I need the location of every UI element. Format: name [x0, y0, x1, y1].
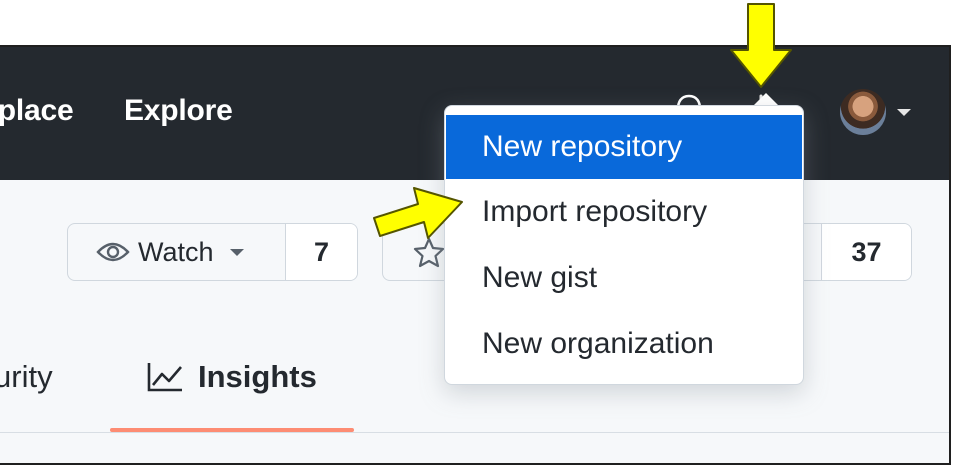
- chevron-down-icon: [229, 248, 244, 256]
- avatar[interactable]: [840, 89, 886, 135]
- menu-item-new-organization[interactable]: New organization: [446, 312, 802, 376]
- menu-item-new-repository[interactable]: New repository: [446, 115, 802, 179]
- menu-item-import-repository[interactable]: Import repository: [446, 180, 802, 244]
- graph-icon: [147, 363, 182, 392]
- tab-insights[interactable]: Insights: [146, 359, 317, 395]
- tab-insights-label: Insights: [198, 359, 317, 394]
- star-count[interactable]: 37: [821, 224, 911, 280]
- watch-button[interactable]: Watch: [68, 224, 286, 280]
- nav-explore-link[interactable]: Explore: [124, 94, 233, 128]
- watch-count[interactable]: 7: [286, 224, 357, 280]
- tab-divider: [0, 432, 949, 433]
- callout-arrow-down-icon: [730, 3, 792, 88]
- watch-label: Watch: [138, 236, 214, 267]
- menu-item-new-gist[interactable]: New gist: [446, 246, 802, 310]
- watch-button-group: Watch 7: [67, 223, 358, 281]
- nav-marketplace-link[interactable]: tplace: [0, 94, 74, 128]
- create-new-dropdown: New repository Import repository New gis…: [444, 105, 804, 385]
- eye-icon: [96, 242, 130, 262]
- callout-arrow-right-icon: [373, 187, 463, 239]
- avatar-caret-down-icon[interactable]: [897, 109, 911, 116]
- tab-security[interactable]: urity: [0, 359, 53, 395]
